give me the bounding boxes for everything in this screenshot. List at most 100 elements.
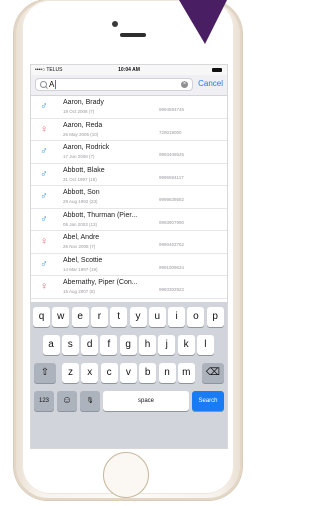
contact-name: Abel, Andre (63, 234, 100, 241)
battery-icon (212, 68, 222, 72)
key-w[interactable]: w (52, 307, 70, 327)
search-value: A (49, 80, 55, 89)
contact-birthdate: 26 May 2005 (10) (63, 131, 99, 137)
key-h[interactable]: h (139, 335, 156, 355)
contact-birthdate: 29 Aug 1992 (23) (63, 199, 98, 204)
key-m[interactable]: m (177, 363, 195, 383)
key-a[interactable]: a (42, 335, 60, 355)
key-r[interactable]: r (90, 307, 108, 327)
search-bar: A × Cancel (31, 75, 227, 96)
mic-key[interactable]: 🎙 (80, 391, 100, 411)
key-x[interactable]: x (81, 363, 99, 383)
contact-row[interactable]: ♀ Abernathy, Piper (Con... 15 Aug 2007 (8)… (31, 276, 227, 299)
contact-row[interactable]: ♀ Aaron, Reda 26 May 2005 (10) 729019000 (31, 119, 227, 141)
contact-birthdate: 31 Oct 1997 (18) (63, 176, 97, 182)
male-icon: ♂ (40, 101, 48, 112)
contact-row[interactable]: ♂ Abbott, Blake 31 Oct 1997 (18) 9996594117 (31, 164, 227, 186)
contact-name: Aaron, Rodrick (63, 144, 110, 151)
key-c[interactable]: c (100, 363, 118, 383)
key-v[interactable]: v (119, 363, 137, 383)
keyboard-row-1: qwertyuiop (31, 307, 227, 327)
phone-screen: ••••○ TELUS 10:04 AM A × Cancel ♂ Aaron, … (30, 64, 228, 449)
key-j[interactable]: j (158, 335, 176, 355)
contact-number: 9993907990 (159, 219, 185, 225)
contact-name: Aaron, Reda (63, 121, 103, 129)
male-icon: ♂ (40, 258, 48, 270)
contact-name: Abbott, Thurman (Pier... (63, 211, 138, 219)
earpiece-speaker (120, 33, 146, 37)
keyboard-row-2: asdfghjkl (31, 335, 227, 355)
key-z[interactable]: z (62, 363, 79, 383)
contact-birthdate: 17 Jun 2008 (7) (63, 154, 95, 159)
key-l[interactable]: l (196, 335, 214, 355)
key-u[interactable]: u (148, 307, 166, 327)
contact-row[interactable]: ♂ Abbott, Thurman (Pier... 05 Jan 2003 (13… (31, 209, 227, 231)
clock: 10:04 AM (118, 67, 140, 73)
key-o[interactable]: o (187, 307, 205, 327)
key-s[interactable]: s (61, 335, 79, 355)
key-i[interactable]: i (168, 307, 186, 327)
contact-row[interactable]: ♂ Aaron, Brady 19 Oct 2008 (7) 9994594745 (31, 96, 227, 119)
contact-name: Aaron, Brady (63, 99, 104, 106)
key-b[interactable]: b (139, 363, 157, 383)
numbers-key[interactable]: 123 (34, 391, 54, 411)
keyboard-row-3: ⇧ ⌫ zxcvbnm (31, 363, 227, 383)
key-y[interactable]: y (129, 307, 147, 327)
cancel-button[interactable]: Cancel (198, 79, 223, 89)
key-q[interactable]: q (33, 307, 50, 327)
contact-row[interactable]: ♂ Abel, Scottie 14 Mar 1997 (19) 9991009634 (31, 254, 227, 276)
contact-row[interactable]: ♀ Abel, Andre 26 Nov 2008 (7) 9990453762 (31, 231, 227, 254)
key-t[interactable]: t (110, 307, 128, 327)
male-icon: ♂ (40, 146, 48, 157)
contact-number: 9999839582 (159, 197, 185, 202)
contact-number: 9996594117 (159, 174, 184, 180)
contact-birthdate: 05 Jan 2003 (13) (63, 221, 98, 227)
female-icon: ♀ (40, 281, 48, 292)
key-g[interactable]: g (119, 335, 137, 355)
delete-key[interactable]: ⌫ (202, 363, 224, 383)
clear-icon[interactable]: × (181, 81, 188, 88)
contact-row[interactable]: ♂ Aaron, Rodrick 17 Jun 2008 (7) 9993406525 (31, 141, 227, 164)
male-icon: ♂ (40, 191, 48, 202)
search-text: A (49, 80, 57, 90)
key-k[interactable]: k (177, 335, 195, 355)
contact-number: 729019000 (159, 129, 182, 135)
key-n[interactable]: n (158, 363, 176, 383)
contact-name: Abel, Scottie (63, 256, 103, 264)
key-f[interactable]: f (100, 335, 118, 355)
contact-row[interactable]: ♂ Abbott, Son 29 Aug 1992 (23) 9999839582 (31, 186, 227, 209)
space-key[interactable]: space (103, 391, 189, 411)
contact-list: ♂ Aaron, Brady 19 Oct 2008 (7) 9994594745 ♀ A… (31, 96, 227, 299)
contact-number: 9994594745 (159, 107, 185, 112)
search-key[interactable]: Search (192, 391, 224, 411)
text-caret (55, 80, 57, 90)
contact-birthdate: 14 Mar 1997 (19) (63, 266, 98, 272)
keyboard-row-4: 123 ☺ 🎙 space Search (31, 391, 227, 411)
home-button[interactable] (103, 452, 149, 498)
keyboard: qwertyuiop asdfghjkl ⇧ ⌫ zxcvbnm 123 ☺ 🎙… (31, 302, 227, 448)
emoji-key[interactable]: ☺ (57, 391, 77, 411)
search-input[interactable]: A × (35, 78, 193, 91)
status-bar: ••••○ TELUS 10:04 AM (31, 65, 227, 75)
key-p[interactable]: p (206, 307, 224, 327)
male-icon: ♂ (40, 168, 48, 180)
contact-birthdate: 26 Nov 2008 (7) (63, 244, 96, 249)
search-icon (40, 81, 47, 88)
contact-birthdate: 19 Oct 2008 (7) (63, 109, 95, 114)
contact-name: Abbott, Blake (63, 166, 105, 174)
contact-name: Abbott, Son (63, 189, 100, 196)
contact-number: 9990453762 (159, 242, 185, 247)
contact-number: 9991009634 (159, 264, 185, 270)
key-e[interactable]: e (71, 307, 89, 327)
shift-key[interactable]: ⇧ (34, 363, 56, 383)
contact-birthdate: 15 Aug 2007 (8) (63, 289, 96, 294)
contact-number: 9993406525 (159, 152, 185, 157)
corner-ribbon (179, 0, 227, 44)
contact-number: 9993302922 (159, 287, 185, 292)
male-icon: ♂ (40, 213, 48, 225)
female-icon: ♀ (40, 123, 48, 135)
female-icon: ♀ (40, 236, 48, 247)
contact-name: Abernathy, Piper (Con... (63, 279, 138, 286)
front-camera (112, 21, 118, 27)
key-d[interactable]: d (81, 335, 99, 355)
